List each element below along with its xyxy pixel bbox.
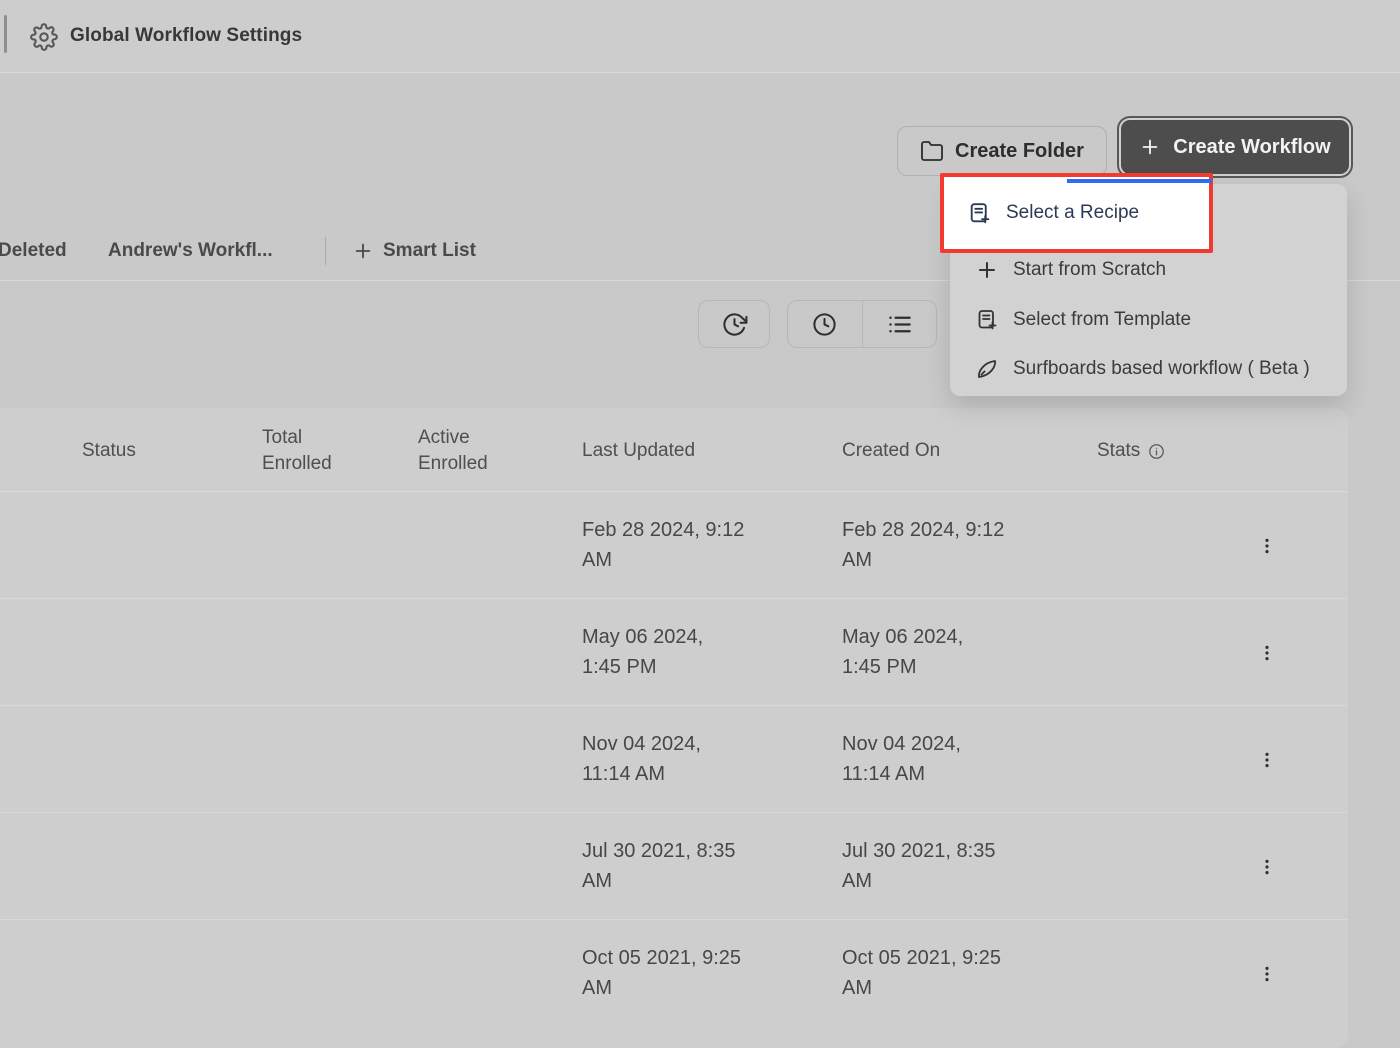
table-row[interactable]: Nov 04 2024, 11:14 AM Nov 04 2024, 11:14…: [0, 706, 1348, 813]
row-menu-kebab-icon[interactable]: [1252, 743, 1282, 777]
column-header-status[interactable]: Status: [82, 438, 136, 464]
dropdown-accent-line: [1067, 179, 1212, 183]
gear-icon: [30, 23, 58, 51]
created-on-cell: Feb 28 2024, 9:12 AM: [842, 515, 1004, 575]
table-row[interactable]: May 06 2024, 1:45 PM May 06 2024, 1:45 P…: [0, 599, 1348, 706]
column-header-created-on[interactable]: Created On: [842, 438, 940, 464]
tab-andrews-workflow[interactable]: Andrew's Workfl...: [108, 240, 273, 262]
menu-item-label: Select from Template: [1013, 309, 1191, 331]
surfboard-icon: [975, 357, 999, 381]
clock-icon: [811, 311, 838, 338]
column-header-total-enrolled[interactable]: Total Enrolled: [262, 425, 334, 477]
menu-item-label: Surfboards based workflow ( Beta ): [1013, 358, 1310, 380]
last-updated-cell: May 06 2024, 1:45 PM: [582, 622, 703, 682]
list-view-icon: [886, 311, 913, 338]
info-icon[interactable]: [1148, 443, 1165, 460]
menu-item-label: Start from Scratch: [1013, 259, 1166, 281]
create-folder-label: Create Folder: [955, 140, 1084, 163]
menu-item-select-from-template[interactable]: Select from Template: [950, 295, 1347, 345]
create-workflow-button[interactable]: Create Workflow: [1121, 120, 1349, 174]
panel-edge-tick: [4, 15, 7, 53]
created-on-cell: Nov 04 2024, 11:14 AM: [842, 729, 961, 789]
tabs-divider: [325, 237, 326, 265]
table-row[interactable]: Oct 05 2021, 9:25 AM Oct 05 2021, 9:25 A…: [0, 920, 1348, 1027]
row-menu-kebab-icon[interactable]: [1252, 850, 1282, 884]
row-menu-kebab-icon[interactable]: [1252, 636, 1282, 670]
created-on-cell: Jul 30 2021, 8:35 AM: [842, 836, 995, 896]
smart-list-button[interactable]: Smart List: [352, 233, 476, 269]
last-updated-cell: Oct 05 2021, 9:25 AM: [582, 943, 741, 1003]
page-title: Global Workflow Settings: [70, 0, 302, 72]
create-folder-button[interactable]: Create Folder: [897, 126, 1107, 176]
plus-icon: [352, 240, 374, 262]
row-menu-kebab-icon[interactable]: [1252, 957, 1282, 991]
menu-item-label: Select a Recipe: [1006, 202, 1139, 224]
tab-deleted[interactable]: Deleted: [0, 240, 67, 262]
plus-icon: [975, 258, 999, 282]
column-header-active-enrolled[interactable]: Active Enrolled: [418, 425, 490, 477]
file-plus-icon: [975, 308, 999, 332]
menu-item-select-a-recipe[interactable]: Select a Recipe: [940, 173, 1213, 253]
column-header-last-updated[interactable]: Last Updated: [582, 438, 695, 464]
stats-header-label: Stats: [1097, 438, 1140, 464]
clock-view-button[interactable]: [788, 301, 862, 347]
table-row[interactable]: Feb 28 2024, 9:12 AM Feb 28 2024, 9:12 A…: [0, 492, 1348, 599]
table-header-row: Status Total Enrolled Active Enrolled La…: [0, 408, 1348, 492]
table-row[interactable]: Jul 30 2021, 8:35 AM Jul 30 2021, 8:35 A…: [0, 813, 1348, 920]
created-on-cell: May 06 2024, 1:45 PM: [842, 622, 963, 682]
create-workflow-label: Create Workflow: [1173, 136, 1330, 159]
last-updated-cell: Jul 30 2021, 8:35 AM: [582, 836, 735, 896]
last-updated-cell: Nov 04 2024, 11:14 AM: [582, 729, 701, 789]
menu-item-surfboards-workflow[interactable]: Surfboards based workflow ( Beta ): [950, 344, 1347, 394]
row-menu-kebab-icon[interactable]: [1252, 529, 1282, 563]
plus-icon: [1139, 136, 1161, 158]
list-view-button[interactable]: [862, 301, 937, 347]
top-bar: Global Workflow Settings: [0, 0, 1400, 73]
history-clock-icon: [721, 311, 748, 338]
column-header-stats[interactable]: Stats: [1097, 438, 1165, 464]
last-updated-cell: Feb 28 2024, 9:12 AM: [582, 515, 744, 575]
smart-list-label: Smart List: [383, 240, 476, 262]
file-plus-icon: [967, 201, 992, 226]
view-toggle-group: [787, 300, 937, 348]
folder-icon: [920, 139, 944, 163]
created-on-cell: Oct 05 2021, 9:25 AM: [842, 943, 1001, 1003]
history-button[interactable]: [698, 300, 770, 348]
workflows-table: Status Total Enrolled Active Enrolled La…: [0, 408, 1348, 1048]
